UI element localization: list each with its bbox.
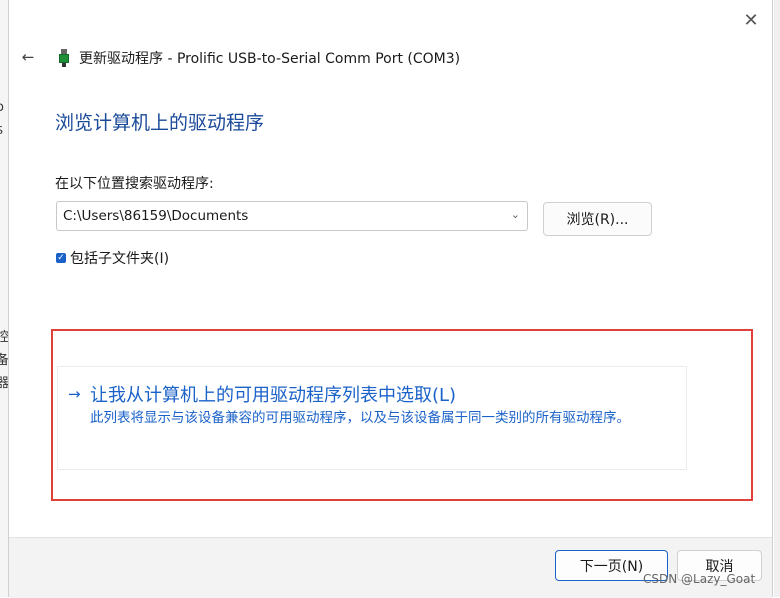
close-button[interactable]: ✕ xyxy=(736,6,766,34)
driver-path-combobox[interactable]: C:\Users\86159\Documents ⌄ xyxy=(56,201,528,231)
pick-from-list-title[interactable]: 让我从计算机上的可用驱动程序列表中选取(L) xyxy=(90,381,456,407)
back-button[interactable]: ← xyxy=(17,46,39,68)
update-driver-dialog: ✕ ← 更新驱动程序 - Prolific USB-to-Serial Comm… xyxy=(8,0,773,598)
pick-from-list-description: 此列表将显示与该设备兼容的可用驱动程序，以及与该设备属于同一类别的所有驱动程序。 xyxy=(90,410,630,426)
include-subfolders-option[interactable]: ✓ 包括子文件夹(I) xyxy=(56,248,169,268)
usb-device-icon xyxy=(59,49,69,67)
pick-from-list-option[interactable]: → 让我从计算机上的可用驱动程序列表中选取(L) 此列表将显示与该设备兼容的可用… xyxy=(57,366,687,470)
dialog-footer: 下一页(N) 取消 xyxy=(9,537,772,598)
chevron-down-icon[interactable]: ⌄ xyxy=(511,208,520,221)
include-subfolders-label[interactable]: 包括子文件夹(I) xyxy=(70,248,169,268)
background-text: S xyxy=(0,124,3,137)
search-location-label: 在以下位置搜索驱动程序: xyxy=(55,176,214,192)
background-window-edge-right xyxy=(774,0,780,597)
window-title: 更新驱动程序 - Prolific USB-to-Serial Comm Por… xyxy=(79,51,461,67)
include-subfolders-checkbox[interactable]: ✓ xyxy=(56,253,66,263)
watermark: CSDN @Lazy_Goat xyxy=(643,572,756,586)
driver-path-value: C:\Users\86159\Documents xyxy=(63,208,249,224)
page-heading: 浏览计算机上的驱动程序 xyxy=(55,112,265,134)
close-icon: ✕ xyxy=(743,9,759,31)
browse-button[interactable]: 浏览(R)... xyxy=(543,202,652,236)
background-text: o xyxy=(0,100,4,115)
arrow-right-icon: → xyxy=(68,385,81,403)
back-arrow-icon: ← xyxy=(21,48,35,66)
